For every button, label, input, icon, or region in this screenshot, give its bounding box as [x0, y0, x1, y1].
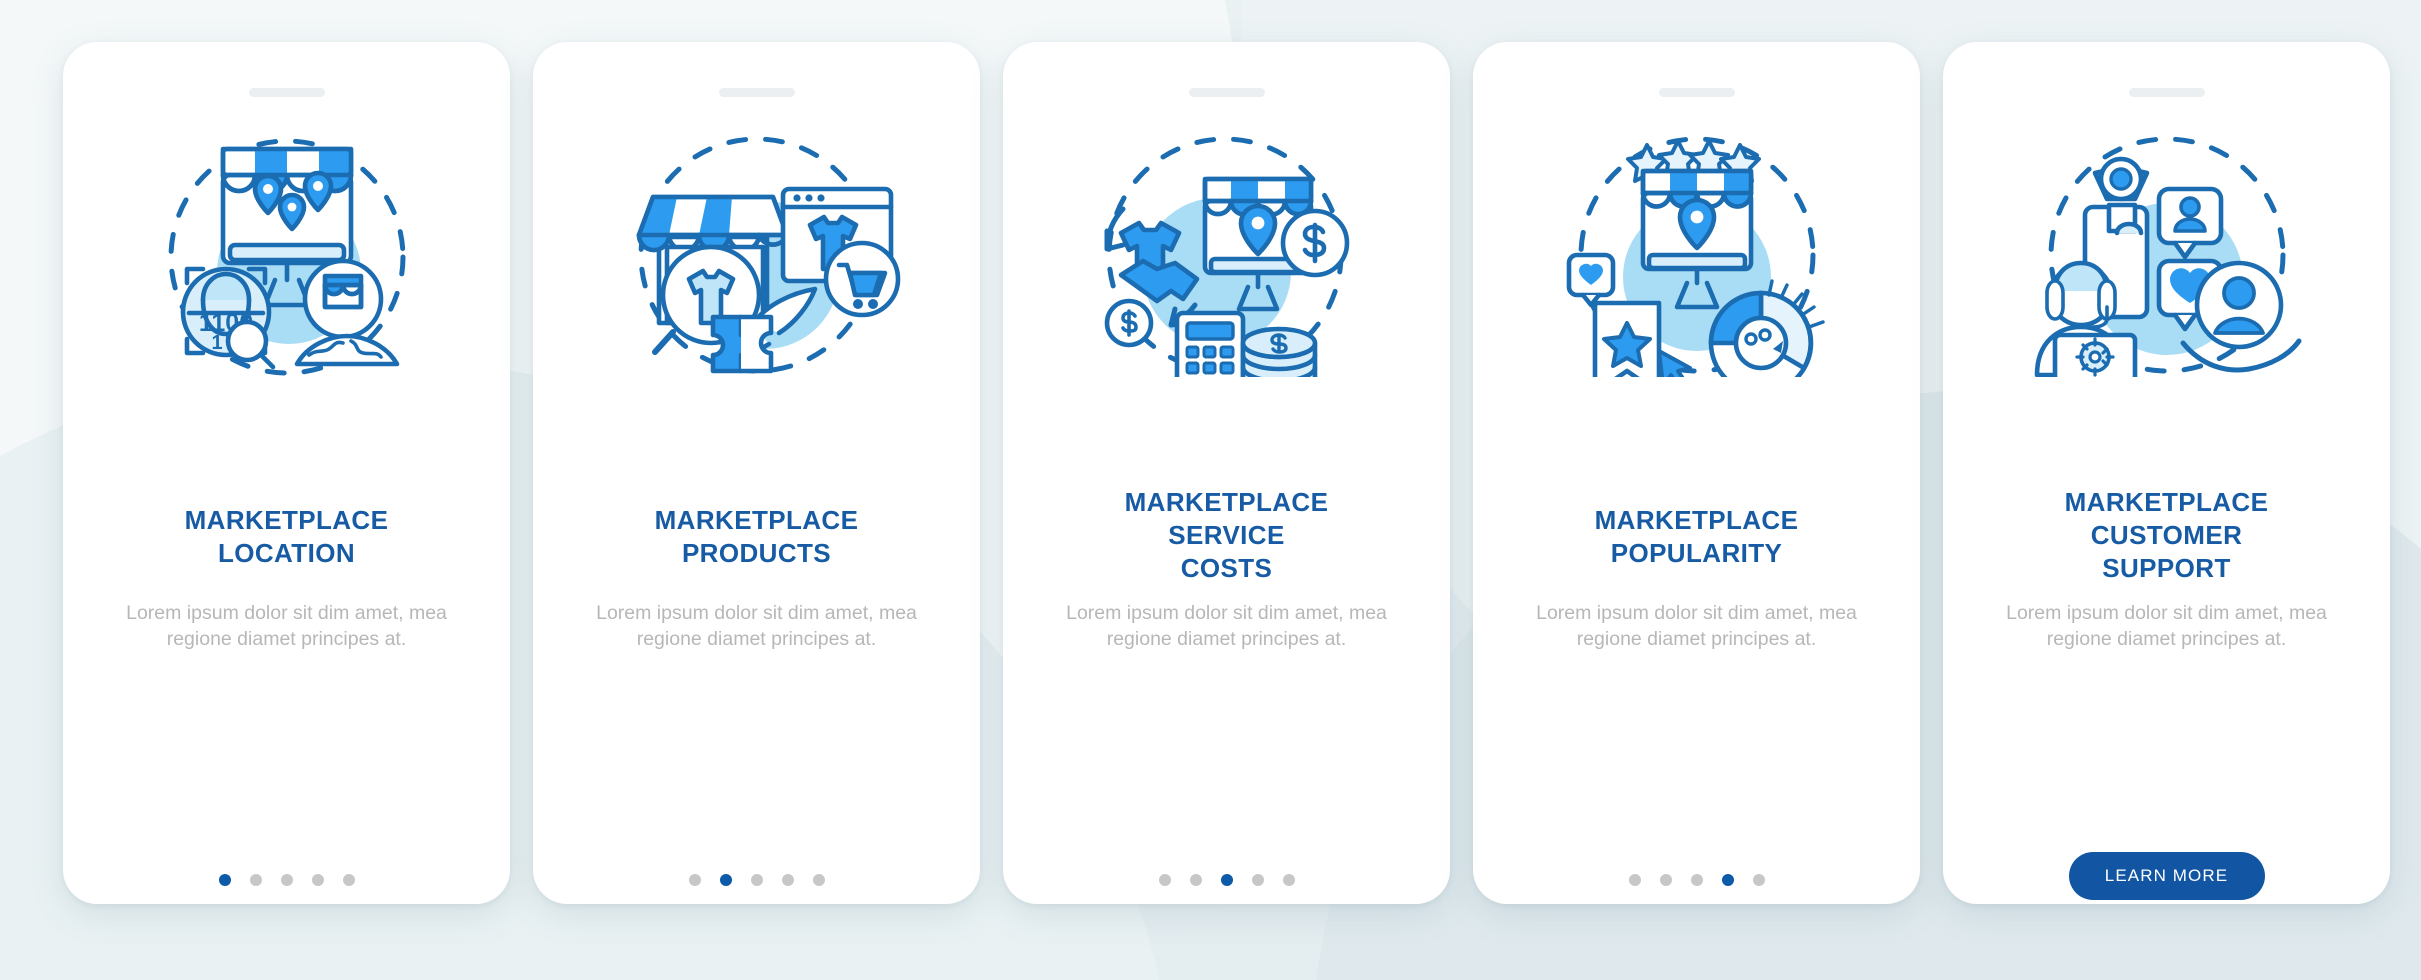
pagination-dot-5[interactable] [812, 874, 825, 886]
pagination-dot-2[interactable] [1659, 874, 1672, 886]
pagination-dot-2[interactable] [1189, 874, 1202, 886]
pagination-dots [1003, 874, 1450, 886]
pagination-dots [63, 874, 510, 886]
pagination-dot-2[interactable] [719, 874, 732, 886]
phone-speaker [2128, 88, 2205, 97]
pagination-dot-1[interactable] [218, 874, 231, 886]
pagination-dot-4[interactable] [1721, 874, 1734, 886]
screen-description: Lorem ipsum dolor sit dim amet, mea regi… [1066, 602, 1387, 650]
illustration-marketplace-popularity [1473, 122, 1920, 382]
pagination-dot-1[interactable] [1628, 874, 1641, 886]
onboarding-screen-marketplace-popularity: MARKETPLACE POPULARITY Lorem ipsum dolor… [1473, 42, 1920, 904]
illustration-marketplace-service-costs [1003, 122, 1450, 382]
pagination-dot-5[interactable] [1282, 874, 1295, 886]
title-line: MARKETPLACE [184, 505, 389, 535]
pagination-dot-4[interactable] [311, 874, 324, 886]
title-line: MARKETPLACE [2064, 487, 2269, 517]
screen-title: MARKETPLACE PRODUCTS [561, 504, 952, 570]
title-line: COSTS [1180, 553, 1273, 583]
pagination-dots [533, 874, 980, 886]
screen-description: Lorem ipsum dolor sit dim amet, mea regi… [1536, 602, 1857, 650]
pagination-dot-3[interactable] [280, 874, 293, 886]
svg-text:1: 1 [211, 332, 222, 354]
screen-title: MARKETPLACE CUSTOMER SUPPORT [1971, 486, 2362, 585]
pagination-dot-3[interactable] [1690, 874, 1703, 886]
phone-speaker [1188, 88, 1265, 97]
pagination-dot-2[interactable] [249, 874, 262, 886]
title-line: MARKETPLACE [654, 505, 859, 535]
onboarding-screen-marketplace-location: 1100 1 MARKETPLACE LOCATION Lorem ipsum … [63, 42, 510, 904]
pagination-dot-4[interactable] [781, 874, 794, 886]
onboarding-screen-marketplace-products: MARKETPLACE PRODUCTS Lorem ipsum dolor s… [533, 42, 980, 904]
learn-more-button[interactable]: LEARN MORE [2068, 852, 2265, 900]
pagination-dot-1[interactable] [1158, 874, 1171, 886]
illustration-marketplace-customer-support [1943, 122, 2390, 382]
pagination-dot-3[interactable] [1220, 874, 1233, 886]
onboarding-screen-marketplace-service-costs: MARKETPLACE SERVICE COSTS Lorem ipsum do… [1003, 42, 1450, 904]
title-line: MARKETPLACE [1594, 505, 1799, 535]
title-line: LOCATION [217, 538, 356, 568]
pagination-dot-1[interactable] [688, 874, 701, 886]
screen-title: MARKETPLACE LOCATION [91, 504, 482, 570]
title-line: SUPPORT [2102, 553, 2231, 583]
title-line: SERVICE [1168, 520, 1285, 550]
screen-description: Lorem ipsum dolor sit dim amet, mea regi… [2006, 602, 2327, 650]
pagination-dot-4[interactable] [1251, 874, 1264, 886]
title-line: CUSTOMER [2090, 520, 2243, 550]
onboarding-screens-row: 1100 1 MARKETPLACE LOCATION Lorem ipsum … [0, 0, 2421, 980]
screen-description: Lorem ipsum dolor sit dim amet, mea regi… [126, 602, 447, 650]
screen-title: MARKETPLACE SERVICE COSTS [1031, 486, 1422, 585]
title-line: MARKETPLACE [1124, 487, 1329, 517]
screen-title: MARKETPLACE POPULARITY [1501, 504, 1892, 570]
illustration-marketplace-location: 1100 1 [63, 122, 510, 382]
title-line: PRODUCTS [681, 538, 832, 568]
title-line: POPULARITY [1610, 538, 1783, 568]
illustration-marketplace-products [533, 122, 980, 382]
pagination-dot-3[interactable] [750, 874, 763, 886]
onboarding-screen-marketplace-customer-support: MARKETPLACE CUSTOMER SUPPORT Lorem ipsum… [1943, 42, 2390, 904]
pagination-dots [1473, 874, 1920, 886]
pagination-dot-5[interactable] [1752, 874, 1765, 886]
phone-speaker [1658, 88, 1735, 97]
pagination-dot-5[interactable] [342, 874, 355, 886]
phone-speaker [718, 88, 795, 97]
screen-description: Lorem ipsum dolor sit dim amet, mea regi… [596, 602, 917, 650]
phone-speaker [248, 88, 325, 97]
